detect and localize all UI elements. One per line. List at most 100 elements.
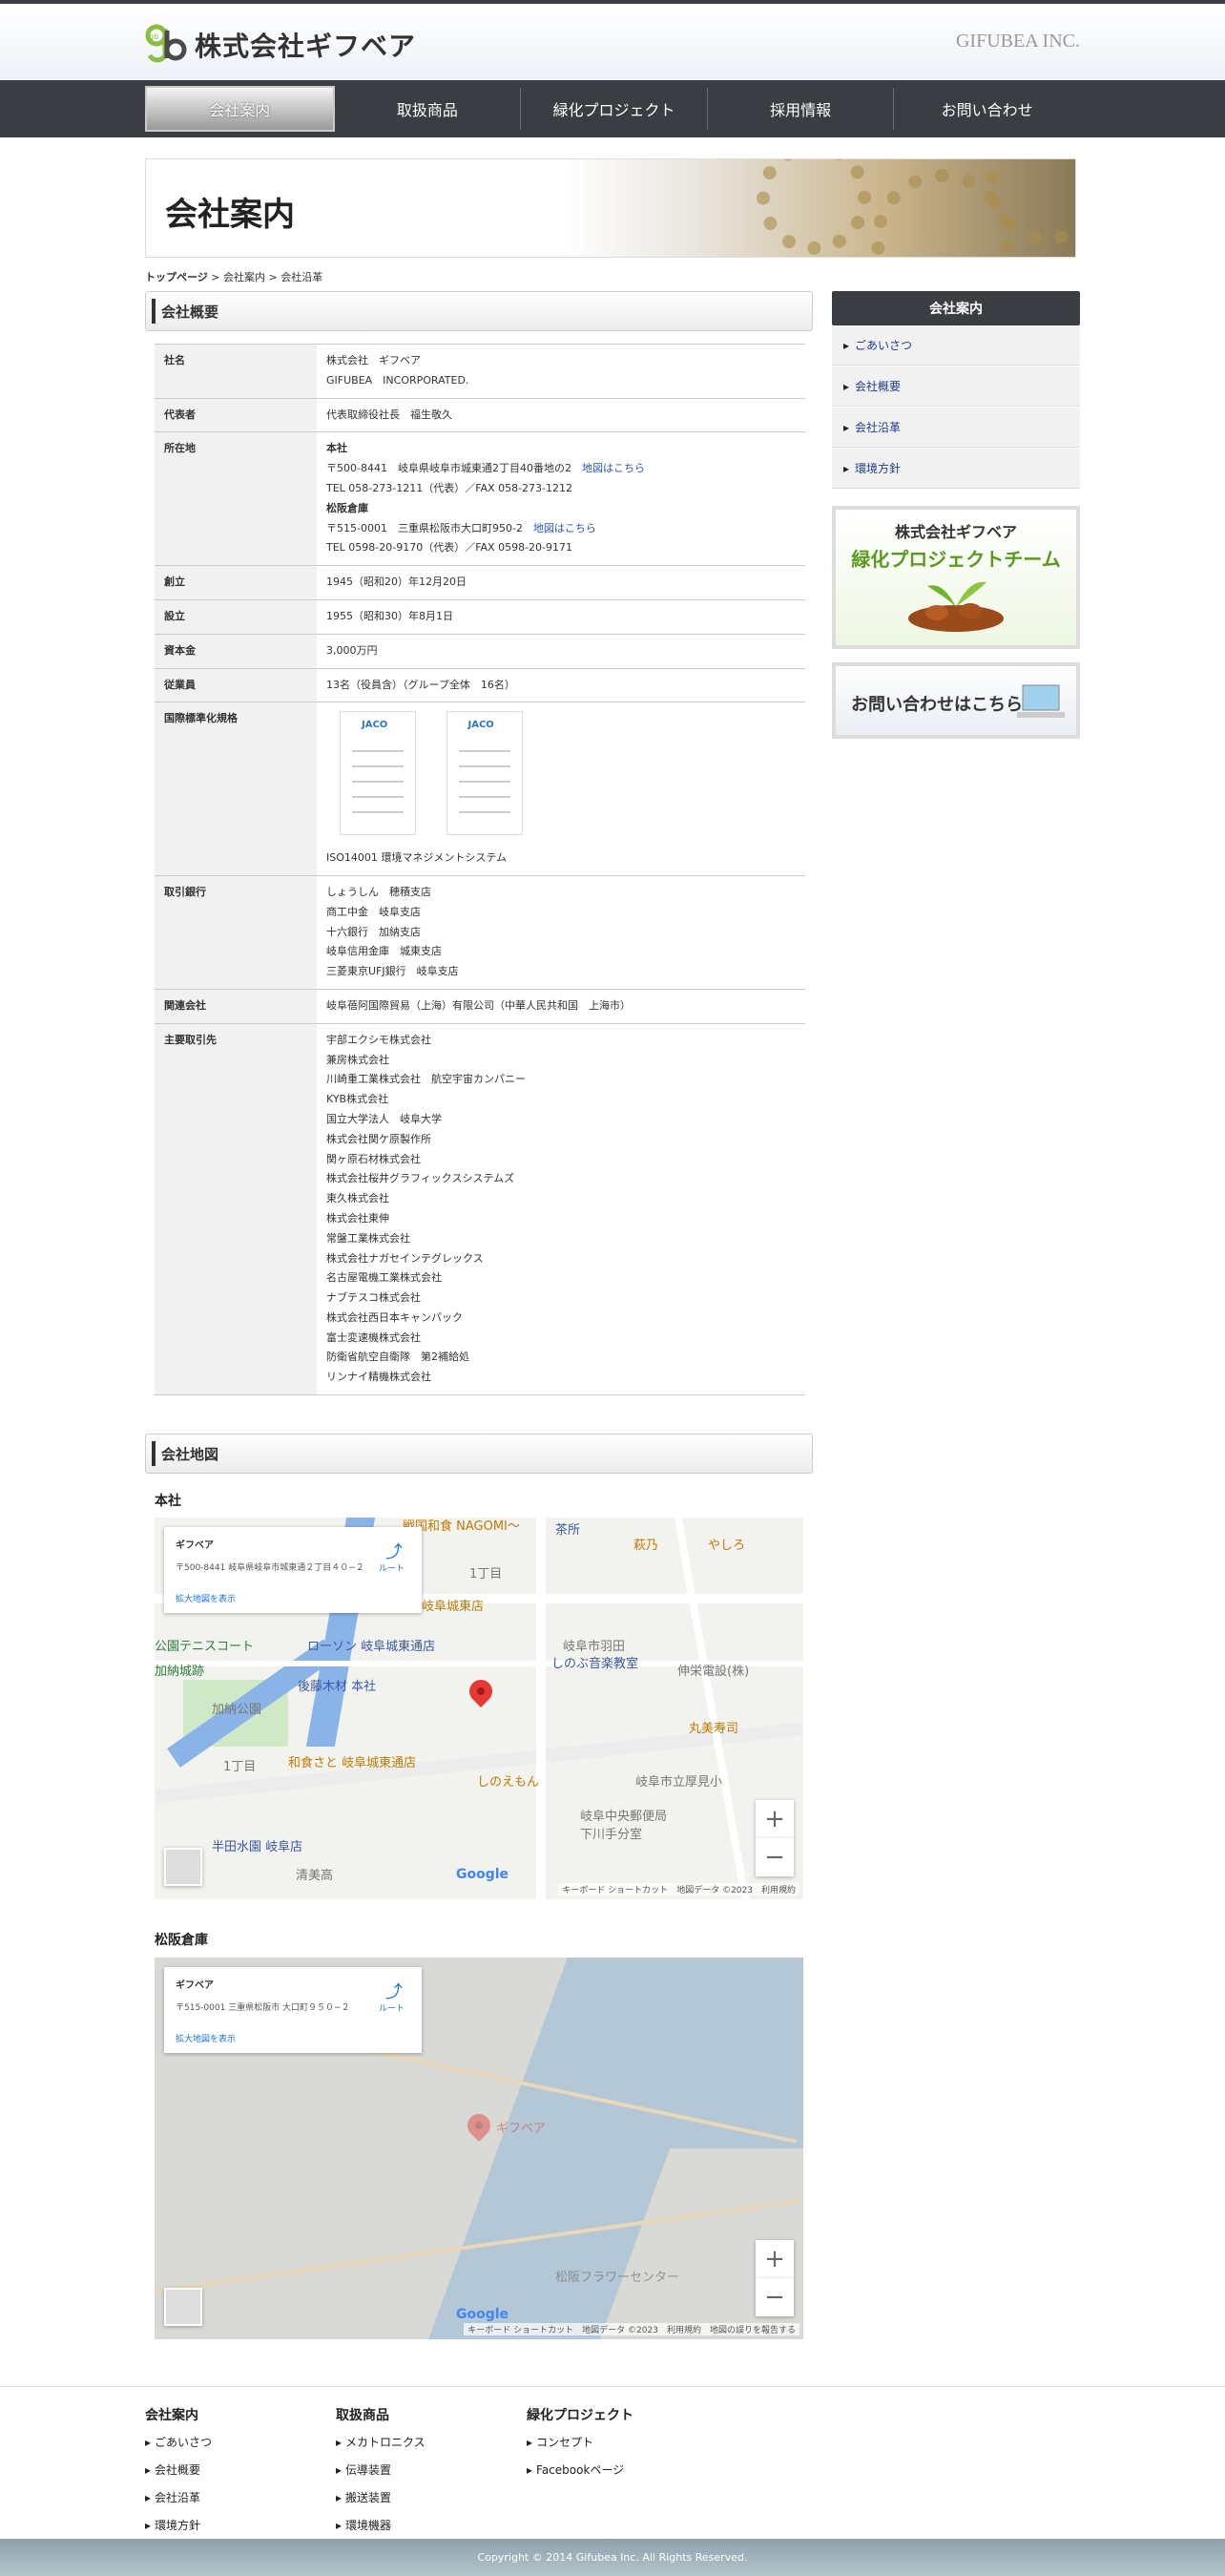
row-value: 13名（役員含）（グループ全体 16名）	[317, 667, 805, 702]
footer-col-title[interactable]: 取扱商品	[336, 2405, 426, 2424]
directions-label: ルート	[378, 1564, 405, 1574]
section-heading-map: 会社地図	[145, 1434, 813, 1474]
map-card-address: 〒500-8441 岐阜県岐阜市城東通２丁目４０−２	[176, 1563, 364, 1573]
table-row: 取引銀行 しょうしん 穂積支店 商工中金 岐阜支店 十六銀行 加納支店 岐阜信用…	[155, 874, 805, 990]
contact-banner[interactable]: お問い合わせはこちら	[832, 662, 1080, 739]
footer-link[interactable]: 環境機器	[336, 2517, 426, 2533]
site-logo[interactable]: gb 株式会社ギフベア	[145, 23, 416, 67]
keyboard-shortcuts[interactable]: キーボード ショートカット	[562, 1886, 668, 1895]
footer-link[interactable]: Facebookページ	[527, 2461, 633, 2478]
sidebar-item-greeting[interactable]: ごあいさつ	[832, 325, 1080, 366]
location-pin-icon[interactable]	[465, 1675, 497, 1707]
map-poi: 茶所	[555, 1523, 581, 1538]
warehouse-map[interactable]: ギフベア 松阪フラワーセンター ギフベア 〒515-0001 三重県松阪市 大口…	[155, 1958, 803, 2339]
map-card-title: ギフベア	[176, 1980, 214, 1991]
client-item: 株式会社関ケ原製作所	[326, 1132, 431, 1145]
logo-mark-icon: gb	[145, 24, 187, 63]
breadcrumb-sep: >	[265, 271, 281, 283]
nav-item-contact[interactable]: お問い合わせ	[894, 88, 1080, 130]
location-pin-icon[interactable]	[463, 2109, 495, 2142]
map-poi: 半田水園 岐阜店	[212, 1840, 303, 1854]
iso-certificate-image[interactable]	[340, 711, 416, 836]
nav-item-green-project[interactable]: 緑化プロジェクト	[521, 88, 708, 130]
row-key: 所在地	[155, 431, 317, 566]
footer-link[interactable]: 会社概要	[145, 2461, 212, 2478]
footer-link[interactable]: 環境方針	[145, 2517, 212, 2533]
street-view-button[interactable]	[164, 1848, 202, 1886]
footer-link[interactable]: 伝導装置	[336, 2461, 426, 2478]
terms-link[interactable]: 利用規約	[761, 1886, 796, 1895]
map-data: 地図データ ©2023	[582, 2326, 658, 2335]
client-item: 株式会社桜井グラフィックスシステムズ	[326, 1172, 515, 1185]
global-nav: 会社案内 取扱商品 緑化プロジェクト 採用情報 お問い合わせ	[0, 80, 1225, 137]
client-item: 名古屋電機工業株式会社	[326, 1271, 442, 1285]
zoom-in-button[interactable]: +	[756, 2240, 794, 2278]
map-enlarge-link[interactable]: 拡大地図を表示	[176, 2032, 236, 2044]
bank-item: 商工中金 岐阜支店	[326, 905, 421, 918]
footer-col-company: 会社案内 ごあいさつ 会社概要 会社沿革 環境方針	[145, 2405, 212, 2545]
table-row: 創立 1945（昭和20）年12月20日	[155, 565, 805, 600]
sidebar-item-history[interactable]: 会社沿革	[832, 408, 1080, 448]
sidebar-item-environment[interactable]: 環境方針	[832, 449, 1080, 489]
sidebar-item-overview[interactable]: 会社概要	[832, 367, 1080, 407]
logo-text: 株式会社ギフベア	[195, 31, 417, 62]
row-key: 資本金	[155, 633, 317, 669]
footer-col-title[interactable]: 会社案内	[145, 2405, 212, 2424]
breadcrumb-company[interactable]: 会社案内	[223, 271, 265, 283]
row-value: 株式会社 ギフベア GIFUBEA INCORPORATED.	[317, 344, 805, 399]
row-key: 社名	[155, 344, 317, 399]
map-poi: 清美高	[296, 1869, 334, 1883]
iso-standard: ISO14001 環境マネジメントシステム	[326, 851, 508, 865]
nav-item-recruit[interactable]: 採用情報	[708, 88, 895, 130]
row-value: 1955（昭和30）年8月1日	[317, 598, 805, 635]
client-item: 常盤工業株式会社	[326, 1231, 410, 1245]
directions-icon[interactable]: ⤴	[385, 1979, 403, 2003]
breadcrumb-home[interactable]: トップページ	[145, 271, 208, 283]
footer-link[interactable]: メカトロニクス	[336, 2434, 426, 2450]
iso-certificate-image[interactable]	[446, 711, 523, 836]
client-item: 防衛省航空自衛隊 第2補給処	[326, 1351, 469, 1364]
gear-decoration	[757, 159, 871, 255]
nav-item-company[interactable]: 会社案内	[145, 86, 335, 132]
footer-col-title[interactable]: 緑化プロジェクト	[527, 2405, 633, 2424]
keyboard-shortcuts[interactable]: キーボード ショートカット	[467, 2326, 573, 2335]
hq-map-link[interactable]: 地図はこちら	[582, 462, 645, 474]
row-value: 本社 〒500-8441 岐阜県岐阜市城東通2丁目40番地の2 地図はこちら T…	[317, 431, 805, 566]
client-item: ナブテスコ株式会社	[326, 1291, 421, 1305]
map-attribution: キーボード ショートカット 地図データ ©2023 利用規約 地図の誤りを報告す…	[464, 2323, 799, 2335]
section-heading-overview: 会社概要	[145, 291, 813, 331]
terms-link[interactable]: 利用規約	[667, 2326, 701, 2335]
green-project-banner[interactable]: 株式会社ギフベア 緑化プロジェクトチーム	[832, 506, 1080, 649]
client-item: リンナイ精機株式会社	[326, 1371, 431, 1384]
copyright: Copyright © 2014 Gifubea Inc. All Rights…	[0, 2539, 1225, 2576]
zoom-in-button[interactable]: +	[756, 1800, 794, 1838]
footer-link[interactable]: ごあいさつ	[145, 2434, 212, 2450]
nav-item-products[interactable]: 取扱商品	[335, 88, 522, 130]
hq-address: 〒500-8441 岐阜県岐阜市城東通2丁目40番地の2	[326, 462, 571, 475]
report-error-link[interactable]: 地図の誤りを報告する	[710, 2326, 796, 2335]
breadcrumb-current: 会社沿革	[280, 271, 323, 283]
map-poi: 岐阜城東店	[422, 1600, 485, 1614]
directions-icon[interactable]: ⤴	[385, 1539, 403, 1563]
client-item: KYB株式会社	[326, 1093, 389, 1106]
map-poi: 加納公園	[212, 1703, 262, 1717]
footer-link[interactable]: 会社沿革	[145, 2489, 212, 2505]
zoom-out-button[interactable]: −	[756, 2278, 794, 2316]
row-key: 関連会社	[155, 988, 317, 1024]
client-item: 株式会社ナガセインテグレックス	[326, 1251, 484, 1265]
footer-link[interactable]: コンセプト	[527, 2434, 633, 2450]
row-value: 岐阜蓓阿国際貿易（上海）有限公司（中華人民共和国 上海市）	[317, 988, 805, 1024]
hq-label: 本社	[326, 442, 347, 455]
row-key: 設立	[155, 598, 317, 635]
map-enlarge-link[interactable]: 拡大地図を表示	[176, 1592, 236, 1604]
map-attribution: キーボード ショートカット 地図データ ©2023 利用規約	[558, 1883, 799, 1895]
zoom-out-button[interactable]: −	[756, 1838, 794, 1876]
row-value: しょうしん 穂積支店 商工中金 岐阜支店 十六銀行 加納支店 岐阜信用金庫 城東…	[317, 874, 805, 990]
hq-map[interactable]: 戦国和食 NAGOMI〜 茶所 萩乃 やしろ 1丁目 岐阜城東店 公園テニスコー…	[155, 1518, 803, 1899]
table-row: 代表者 代表取締役社長 福生敬久	[155, 397, 805, 432]
footer-link[interactable]: 搬送装置	[336, 2489, 426, 2505]
street-view-button[interactable]	[164, 2288, 202, 2326]
map-info-card: ギフベア 〒515-0001 三重県松阪市 大口町９５０−２ 拡大地図を表示 ⤴…	[164, 1967, 422, 2053]
warehouse-map-link[interactable]: 地図はこちら	[533, 522, 596, 534]
row-key: 国際標準化規格	[155, 702, 317, 876]
